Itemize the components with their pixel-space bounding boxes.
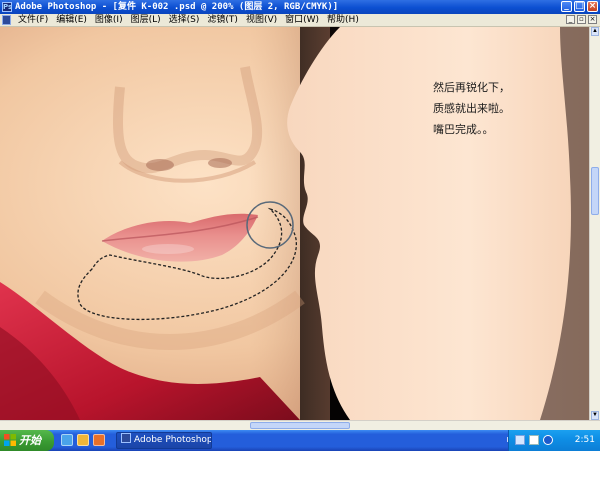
scroll-up-arrow[interactable]: ▲ xyxy=(591,27,599,36)
show-desktop-icon[interactable] xyxy=(61,434,73,446)
horizontal-scroll-thumb[interactable] xyxy=(250,422,350,429)
browser-icon[interactable] xyxy=(93,434,105,446)
document-canvas[interactable]: 然后再锐化下， 质感就出来啦。 嘴巴完成。。 xyxy=(0,27,589,420)
menu-view[interactable]: 视图(V) xyxy=(242,14,281,27)
system-tray: 2:51 xyxy=(508,430,600,451)
menu-file[interactable]: 文件(F) xyxy=(14,14,52,27)
clock: 2:51 xyxy=(574,435,595,445)
menu-filter[interactable]: 滤镜(T) xyxy=(203,14,242,27)
menu-image[interactable]: 图像(I) xyxy=(91,14,127,27)
menu-select[interactable]: 选择(S) xyxy=(165,14,204,27)
annotation-text: 然后再锐化下， 质感就出来啦。 嘴巴完成。。 xyxy=(433,77,583,140)
start-label: 开始 xyxy=(19,434,41,447)
photoshop-app-icon[interactable]: Ps xyxy=(2,2,12,12)
doc-close-button[interactable]: × xyxy=(588,15,597,24)
close-button[interactable]: × xyxy=(587,1,598,12)
task-button-label: Adobe Photoshop ... xyxy=(134,435,212,445)
scroll-down-arrow[interactable]: ▼ xyxy=(591,411,599,420)
document-icon[interactable] xyxy=(2,15,11,25)
doc-minimize-button[interactable]: _ xyxy=(566,15,575,24)
volume-icon[interactable] xyxy=(529,435,539,445)
horizontal-scrollbar[interactable] xyxy=(0,420,600,430)
menu-layer[interactable]: 图层(L) xyxy=(127,14,165,27)
vertical-scrollbar[interactable]: ▲ ▼ xyxy=(589,27,600,420)
network-icon[interactable] xyxy=(515,435,525,445)
vertical-scroll-thumb[interactable] xyxy=(591,167,599,215)
window-title: Adobe Photoshop - [复件 K-002 .psd @ 200% … xyxy=(15,2,339,12)
window-controls: _ □ × xyxy=(561,1,598,12)
annotation-line: 然后再锐化下， xyxy=(433,81,510,94)
title-bar: Ps Adobe Photoshop - [复件 K-002 .psd @ 20… xyxy=(0,0,600,14)
media-player-icon[interactable] xyxy=(77,434,89,446)
tray-app-icon[interactable] xyxy=(543,435,553,445)
doc-restore-button[interactable]: ▫ xyxy=(577,15,586,24)
minimize-button[interactable]: _ xyxy=(561,1,572,12)
maximize-button[interactable]: □ xyxy=(574,1,585,12)
taskbar-photoshop-button[interactable]: Adobe Photoshop ... xyxy=(116,432,212,449)
menu-bar: 文件(F) 编辑(E) 图像(I) 图层(L) 选择(S) 滤镜(T) 视图(V… xyxy=(0,14,600,27)
blank-area xyxy=(0,451,600,477)
annotation-line: 质感就出来啦。 xyxy=(433,102,510,115)
taskbar: 开始 Adobe Photoshop ... EN 2:51 xyxy=(0,430,600,451)
menu-window[interactable]: 窗口(W) xyxy=(281,14,323,27)
document-window-controls: _ ▫ × xyxy=(566,15,597,24)
start-button[interactable]: 开始 xyxy=(0,430,54,451)
annotation-line: 嘴巴完成。。 xyxy=(433,123,494,136)
photoshop-icon xyxy=(121,433,131,443)
quick-launch xyxy=(61,434,105,446)
menu-edit[interactable]: 编辑(E) xyxy=(52,14,91,27)
menu-help[interactable]: 帮助(H) xyxy=(323,14,363,27)
windows-logo-icon xyxy=(4,434,16,446)
